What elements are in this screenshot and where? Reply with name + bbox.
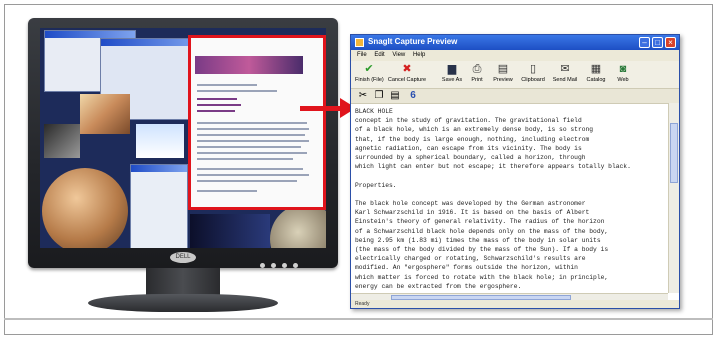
- cut-icon[interactable]: ✂: [357, 90, 369, 102]
- close-button[interactable]: ×: [665, 37, 676, 48]
- document-line: surrounded by a spherical boundary, call…: [355, 154, 586, 162]
- screen-space: [190, 214, 270, 248]
- vertical-scrollbar[interactable]: [668, 103, 679, 293]
- menu-help[interactable]: Help: [413, 50, 425, 61]
- monitor-buttons: [260, 255, 304, 273]
- cancel-icon: ✖: [402, 63, 412, 75]
- document-line: Properties.: [355, 181, 397, 189]
- toolbar-button-label: Save As: [441, 77, 463, 83]
- web-icon: ◙: [619, 63, 627, 75]
- toolbar-button-label: Catalog: [586, 77, 606, 83]
- minimize-button[interactable]: –: [639, 37, 650, 48]
- toolbar-button-web[interactable]: ◙ Web: [613, 63, 633, 87]
- document-line: modified. An "ergosphere" forms outside …: [355, 264, 578, 272]
- toolbar-button-save[interactable]: ▆ Save As: [441, 63, 463, 87]
- toolbar-button-print[interactable]: ⎙ Print: [467, 63, 487, 87]
- save-icon: ▆: [447, 63, 457, 75]
- app-icon: [355, 38, 364, 47]
- menu-file[interactable]: File: [357, 50, 367, 61]
- document-line: BLACK HOLE: [355, 108, 393, 115]
- screen-window: [130, 164, 188, 248]
- window-title: SnagIt Capture Preview: [368, 37, 458, 46]
- toolbar-button-cancel[interactable]: ✖ Cancel Capture: [387, 63, 427, 87]
- toolbar-button-catalog[interactable]: ▦ Catalog: [583, 63, 609, 87]
- check-icon: ✔: [364, 63, 374, 75]
- menu-view[interactable]: View: [392, 50, 405, 61]
- toolbar-button-label: Clipboard: [521, 77, 545, 83]
- toolbar-button-label: Finish (File): [355, 77, 384, 83]
- edit-toolbar: ✂ ❐ ▤ 6: [351, 89, 679, 104]
- status-bar: Ready: [351, 300, 679, 308]
- document-line: of a black hole, which is an extremely d…: [355, 126, 594, 134]
- preview-icon: ▤: [497, 63, 509, 75]
- toolbar-button-check[interactable]: ✔ Finish (File): [355, 63, 384, 87]
- menu-bar: File Edit View Help: [351, 50, 679, 61]
- screen-photo: [44, 124, 80, 158]
- document-line: concept in the study of gravitation. The…: [355, 117, 582, 125]
- document-line: that, if the body is large enough, nothi…: [355, 135, 590, 143]
- dell-logo: DELL: [170, 252, 196, 263]
- scroll-thumb[interactable]: [670, 123, 678, 183]
- monitor-base: [88, 294, 278, 312]
- page-banner: [195, 56, 303, 74]
- screen-photo: [136, 124, 184, 158]
- clipboard-icon: ▯: [529, 63, 537, 75]
- toolbar-button-clipboard[interactable]: ▯ Clipboard: [519, 63, 547, 87]
- document-line: Einstein's theory of general relativity.…: [355, 218, 605, 226]
- capture-selection: [188, 35, 326, 210]
- toolbar-button-label: Send Mail: [552, 77, 578, 83]
- print-icon: ⎙: [472, 63, 482, 75]
- toolbar-button-preview[interactable]: ▤ Preview: [491, 63, 515, 87]
- document-line: electrically charged or rotating, Schwar…: [355, 255, 586, 263]
- document-line: The black hole concept was developed by …: [355, 200, 586, 208]
- screen-planet: [270, 204, 326, 248]
- maximize-button[interactable]: □: [652, 37, 663, 48]
- document-line: being 2.95 km (1.83 mi) times the mass o…: [355, 236, 601, 244]
- font-icon[interactable]: 6: [407, 90, 419, 102]
- menu-edit[interactable]: Edit: [374, 50, 384, 61]
- divider: [4, 318, 713, 320]
- toolbar-button-label: Web: [617, 77, 629, 83]
- arrow-icon: [300, 106, 342, 111]
- monitor: DELL: [28, 18, 338, 313]
- monitor-screen: [40, 28, 326, 248]
- screen-planet: [42, 168, 128, 248]
- screen-photo: [80, 94, 130, 134]
- toolbar-button-label: Print: [471, 77, 483, 83]
- catalog-icon: ▦: [590, 63, 602, 75]
- toolbar-button-mail[interactable]: ✉ Send Mail: [551, 63, 579, 87]
- title-bar: SnagIt Capture Preview – □ ×: [351, 35, 679, 50]
- toolbar: ✔ Finish (File) ✖ Cancel Capture ▆ Save As ⎙ Pr…: [351, 61, 679, 89]
- paste-icon[interactable]: ▤: [389, 90, 401, 102]
- document-text[interactable]: BLACK HOLE concept in the study of gravit…: [355, 107, 667, 293]
- document-line: energy can be extracted from the ergosph…: [355, 282, 522, 290]
- document-line: of a Schwarzschild black hole depends on…: [355, 227, 609, 235]
- document-line: which light can enter but not escape; it…: [355, 163, 631, 171]
- copy-icon[interactable]: ❐: [373, 90, 385, 102]
- document-line: Karl Schwarzschild in 1916. It is based …: [355, 209, 590, 217]
- toolbar-button-label: Preview: [493, 77, 513, 83]
- toolbar-button-label: Cancel Capture: [387, 77, 427, 83]
- capture-preview-window: SnagIt Capture Preview – □ × File Edit V…: [350, 34, 680, 309]
- mail-icon: ✉: [560, 63, 570, 75]
- monitor-bezel: DELL: [28, 18, 338, 268]
- document-line: agnetic radiation, can escape from its v…: [355, 144, 582, 152]
- document-line: (the mass of the body divided by the mas…: [355, 246, 609, 254]
- document-line: which matter is forced to rotate with th…: [355, 273, 609, 281]
